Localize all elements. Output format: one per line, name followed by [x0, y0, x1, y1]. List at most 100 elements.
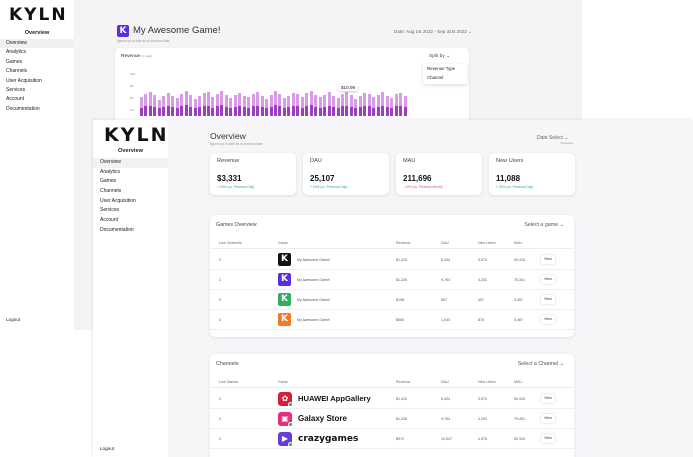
screen: KYLN Overview Overview Analytics Games Chan…	[0, 0, 693, 457]
panel-title: Channels	[216, 361, 239, 367]
sidebar-item-analytics[interactable]: Analytics	[0, 48, 74, 57]
table-row[interactable]: 2 ▶ crazygames $972 10,547 4,578 90,315 View	[210, 429, 574, 449]
split-by-menu: Revenue Type Channel	[423, 64, 467, 84]
stat-label: DAU	[310, 158, 322, 164]
table-row[interactable]: 2 ✿ HUAWEI AppGallery $1,415 5,404 3,574 90,41…	[210, 389, 574, 409]
revenue-bar	[372, 97, 376, 116]
stat-label: Revenue	[217, 158, 240, 164]
revenue-bar-segment	[211, 107, 215, 116]
menu-item-channel[interactable]: Channel	[423, 73, 467, 82]
split-by-dropdown[interactable]: Split by ⌄	[429, 54, 450, 59]
view-button[interactable]: View	[541, 315, 555, 324]
sidebar-item-analytics[interactable]: Analytics	[93, 168, 168, 178]
view-button[interactable]: View	[541, 255, 555, 264]
menu-item-revenue-type[interactable]: Revenue Type	[423, 64, 467, 73]
game-icon: K	[278, 293, 291, 306]
logout-link[interactable]: Logout	[6, 317, 20, 322]
dau-value: 10,547	[441, 437, 452, 441]
revenue-bar-segment	[403, 107, 407, 116]
revenue-bar	[323, 95, 327, 116]
select-channel-dropdown[interactable]: Select a Channel ⌄	[518, 361, 564, 367]
date-select-value: Yesterday	[560, 141, 574, 145]
sidebar-item-user-acquisition[interactable]: User Acquisition	[93, 197, 168, 207]
view-button[interactable]: View	[541, 434, 555, 443]
revenue-bar-segment	[345, 105, 349, 116]
revenue-bar-segment	[251, 106, 255, 116]
revenue-bar-segment	[332, 107, 336, 116]
sidebar-item-channels[interactable]: Channels	[0, 67, 74, 76]
date-range-select[interactable]: Date: Aug 1st 2022 - Sep 31st 2022 ⌄	[394, 29, 472, 35]
view-button[interactable]: View	[541, 394, 555, 403]
revenue-bar	[327, 92, 331, 116]
stat-card-dau: DAU 25,107 + 15% (vs. Previous Day)	[303, 153, 389, 195]
sidebar-item-overview[interactable]: Overview	[93, 158, 168, 168]
sidebar-item-games[interactable]: Games	[0, 58, 74, 67]
sidebar-item-documentation[interactable]: Documentation	[93, 226, 168, 236]
revenue-bar	[399, 92, 403, 116]
revenue-bar-segment	[220, 104, 224, 116]
page-title: Overview	[210, 131, 246, 141]
revenue-bar-segment	[256, 105, 260, 116]
column-header: DAU	[441, 241, 449, 245]
revenue-bar-segment	[274, 105, 277, 116]
revenue-bar	[184, 91, 188, 116]
revenue-bar-segment	[269, 106, 273, 116]
stat-value: $3,331	[217, 174, 242, 183]
view-button[interactable]: View	[541, 414, 555, 423]
revenue-bar	[202, 93, 206, 116]
revenue-bars	[140, 86, 408, 116]
revenue-bar	[140, 97, 143, 116]
view-button[interactable]: View	[541, 295, 555, 304]
column-header: Live Games	[219, 380, 239, 384]
revenue-bar-segment	[282, 107, 286, 116]
revenue-bar	[153, 95, 157, 116]
sidebar-item-channels[interactable]: Channels	[93, 187, 168, 197]
revenue-bar	[358, 96, 362, 116]
sidebar-item-games[interactable]: Games	[93, 177, 168, 187]
game-name: My Awesome Game!	[297, 258, 331, 262]
sidebar-item-overview[interactable]: Overview	[0, 39, 74, 49]
logo[interactable]: KYLN	[104, 124, 169, 146]
table-row[interactable]: 3 K My Awesome Game! $198 657 457 3,457 View	[210, 290, 574, 310]
revenue-bar	[318, 97, 322, 116]
revenue-value: $1,226	[396, 278, 407, 282]
stat-value: 11,088	[496, 174, 521, 183]
revenue-bar	[376, 95, 380, 116]
select-game-dropdown[interactable]: Select a game ⌄	[524, 222, 564, 228]
table-row[interactable]: 2 K My Awesome Game! $1,226 9,764 4,203 75,341…	[210, 270, 574, 290]
column-header: MAU	[514, 380, 522, 384]
sidebar-item-user-acquisition[interactable]: User Acquisition	[0, 77, 74, 86]
revenue-bar	[247, 97, 251, 116]
table-row[interactable]: 2 ▣ Galaxy Store $1,226 9,764 4,203 75,451 View	[210, 409, 574, 429]
revenue-bar	[157, 99, 161, 116]
revenue-bar-segment	[180, 106, 184, 116]
revenue-bar	[300, 96, 304, 116]
revenue-bar-segment	[399, 105, 403, 116]
game-name: My Awesome Game!	[297, 318, 331, 322]
revenue-bar	[349, 95, 353, 116]
logout-link[interactable]: Logout	[100, 446, 114, 451]
revenue-bar	[305, 93, 309, 116]
view-button[interactable]: View	[541, 275, 555, 284]
sidebar-item-services[interactable]: Services	[93, 206, 168, 216]
sidebar: KYLN Overview Overview Analytics Games Chan…	[0, 0, 74, 330]
column-header: Live Channels	[219, 241, 242, 245]
logo[interactable]: KYLN	[9, 5, 68, 25]
sidebar-item-account[interactable]: Account	[0, 95, 74, 104]
revenue-bar-segment	[260, 107, 264, 116]
revenue-bar	[233, 95, 237, 116]
sidebar-item-account[interactable]: Account	[93, 216, 168, 226]
column-header: New Users	[478, 380, 496, 384]
revenue-bar	[144, 94, 148, 116]
sidebar-item-services[interactable]: Services	[0, 86, 74, 95]
table-row[interactable]: 2 K My Awesome Game! $1,415 5,404 3,574 90,415…	[210, 250, 574, 270]
dau-value: 5,404	[441, 397, 450, 401]
revenue-bar-segment	[189, 107, 193, 116]
revenue-bar-segment	[229, 107, 233, 116]
stat-change: + 25% (vs. Previous Day)	[496, 185, 534, 189]
revenue-bar	[341, 93, 344, 116]
sidebar-item-documentation[interactable]: Documentation	[0, 105, 74, 114]
channel-name: Galaxy Store	[298, 414, 347, 423]
revenue-bar-segment	[305, 106, 309, 116]
table-row[interactable]: 4 K My Awesome Game! $560 1,043 875 5,487 View	[210, 310, 574, 330]
